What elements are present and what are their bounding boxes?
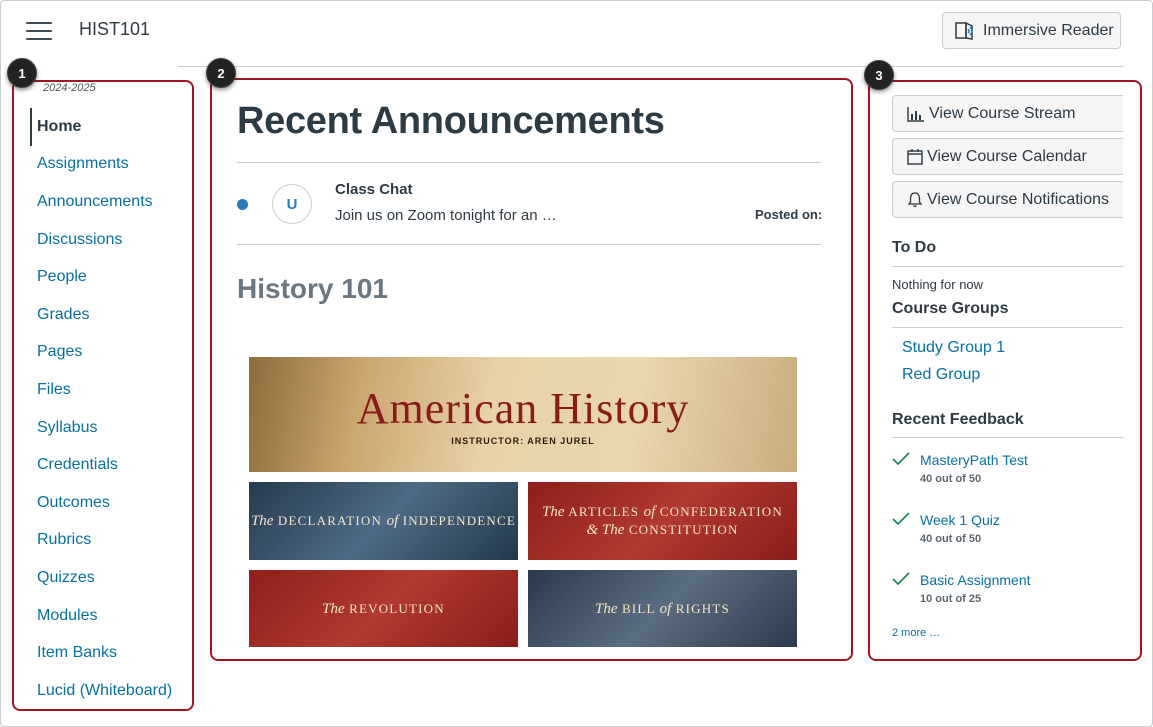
immersive-reader-icon (955, 21, 973, 40)
nav-item-home[interactable]: Home (30, 108, 190, 146)
page-title: Recent Announcements (237, 100, 665, 142)
nav-item-assignments[interactable]: Assignments (30, 146, 190, 184)
nav-item-announcements[interactable]: Announcements (30, 183, 190, 221)
immersive-reader-button[interactable]: Immersive Reader (942, 12, 1121, 49)
feedback-link-masterypath-test[interactable]: MasteryPath Test (920, 452, 1028, 468)
callout-badge-1: 1 (7, 58, 37, 88)
tile-revolution[interactable]: The REVOLUTION (249, 570, 518, 647)
banner-title: American History (356, 384, 690, 433)
todo-divider (892, 266, 1123, 267)
course-groups-divider (892, 327, 1123, 328)
check-icon (892, 452, 910, 466)
feedback-score: 10 out of 25 (920, 593, 982, 605)
group-link-red-group[interactable]: Red Group (902, 366, 980, 384)
tile-declaration-of-independence[interactable]: The DECLARATION of INDEPENDENCE (249, 482, 518, 560)
nav-item-people[interactable]: People (30, 258, 190, 296)
calendar-icon (907, 149, 923, 165)
nav-item-pages[interactable]: Pages (30, 334, 190, 372)
unread-indicator (237, 199, 248, 210)
course-navigation: Home Assignments Announcements Discussio… (30, 108, 190, 710)
feedback-link-week-1-quiz[interactable]: Week 1 Quiz (920, 512, 1000, 528)
term-label: 2024-2025 (43, 82, 96, 94)
course-breadcrumb[interactable]: HIST101 (79, 19, 150, 40)
nav-item-credentials[interactable]: Credentials (30, 446, 190, 484)
banner-subtitle: INSTRUCTOR: AREN JUREL (451, 436, 595, 446)
nav-item-item-banks[interactable]: Item Banks (30, 634, 190, 672)
more-feedback-link[interactable]: 2 more … (892, 627, 940, 639)
immersive-reader-label: Immersive Reader (983, 21, 1114, 39)
announcement-title[interactable]: Class Chat (335, 181, 413, 198)
hamburger-menu-icon[interactable] (26, 22, 52, 42)
stream-chart-icon (907, 106, 924, 122)
feedback-score: 40 out of 50 (920, 533, 982, 545)
posted-on-label: Posted on: (755, 207, 823, 222)
tile-articles-of-confederation[interactable]: The ARTICLES of CONFEDERATION & The CONS… (528, 482, 797, 560)
feedback-link-basic-assignment[interactable]: Basic Assignment (920, 572, 1031, 588)
view-course-calendar-button[interactable]: View Course Calendar (892, 138, 1123, 175)
feedback-score: 40 out of 50 (920, 473, 982, 485)
nav-item-rubrics[interactable]: Rubrics (30, 522, 190, 560)
announcement-snippet: Join us on Zoom tonight for an … (335, 207, 557, 224)
todo-empty-message: Nothing for now (892, 277, 984, 292)
announcement-divider-bottom (237, 244, 821, 245)
nav-item-discussions[interactable]: Discussions (30, 221, 190, 259)
callout-badge-3: 3 (864, 60, 894, 90)
nav-item-quizzes[interactable]: Quizzes (30, 559, 190, 597)
announcement-divider-top (237, 162, 821, 163)
avatar[interactable]: U (272, 184, 312, 224)
group-link-study-group-1[interactable]: Study Group 1 (902, 339, 1005, 357)
nav-item-syllabus[interactable]: Syllabus (30, 409, 190, 447)
nav-item-modules[interactable]: Modules (30, 597, 190, 635)
bell-icon (907, 192, 923, 208)
recent-feedback-heading: Recent Feedback (892, 411, 1024, 428)
nav-item-grades[interactable]: Grades (30, 296, 190, 334)
header-divider (178, 66, 1123, 67)
course-groups-heading: Course Groups (892, 300, 1009, 317)
tile-bill-of-rights[interactable]: The BILL of RIGHTS (528, 570, 797, 647)
course-title: History 101 (237, 273, 388, 304)
check-icon (892, 512, 910, 526)
check-icon (892, 572, 910, 586)
nav-item-files[interactable]: Files (30, 371, 190, 409)
view-course-notifications-button[interactable]: View Course Notifications (892, 181, 1123, 218)
nav-item-lucid-whiteboard[interactable]: Lucid (Whiteboard) (30, 672, 190, 710)
view-course-stream-button[interactable]: View Course Stream (892, 95, 1123, 132)
course-banner-image: American History INSTRUCTOR: AREN JUREL (249, 357, 797, 472)
nav-item-outcomes[interactable]: Outcomes (30, 484, 190, 522)
todo-heading: To Do (892, 239, 937, 256)
recent-feedback-divider (892, 437, 1123, 438)
callout-badge-2: 2 (206, 58, 236, 88)
